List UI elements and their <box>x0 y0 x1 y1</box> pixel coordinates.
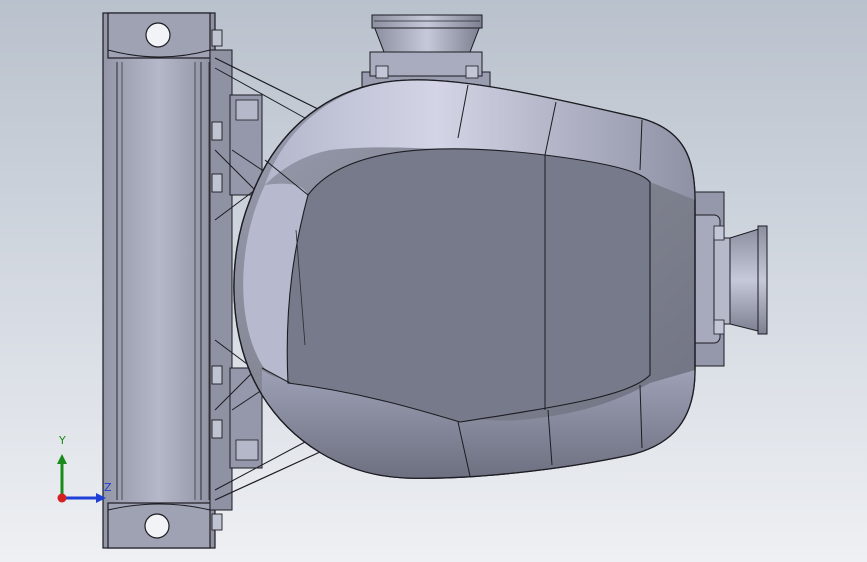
cad-viewport[interactable]: Y Z <box>0 0 867 562</box>
axis-y-label: Y <box>59 434 66 447</box>
axis-triad-icon <box>57 454 106 503</box>
mount-hole-bottom <box>144 513 170 539</box>
tank-body[interactable] <box>233 79 696 479</box>
mount-hole-top <box>145 22 171 48</box>
axis-z-label: Z <box>104 481 112 494</box>
cad-model[interactable] <box>0 0 867 562</box>
axis-triad: Y Z <box>40 432 120 512</box>
top-inlet-port[interactable] <box>361 14 491 91</box>
